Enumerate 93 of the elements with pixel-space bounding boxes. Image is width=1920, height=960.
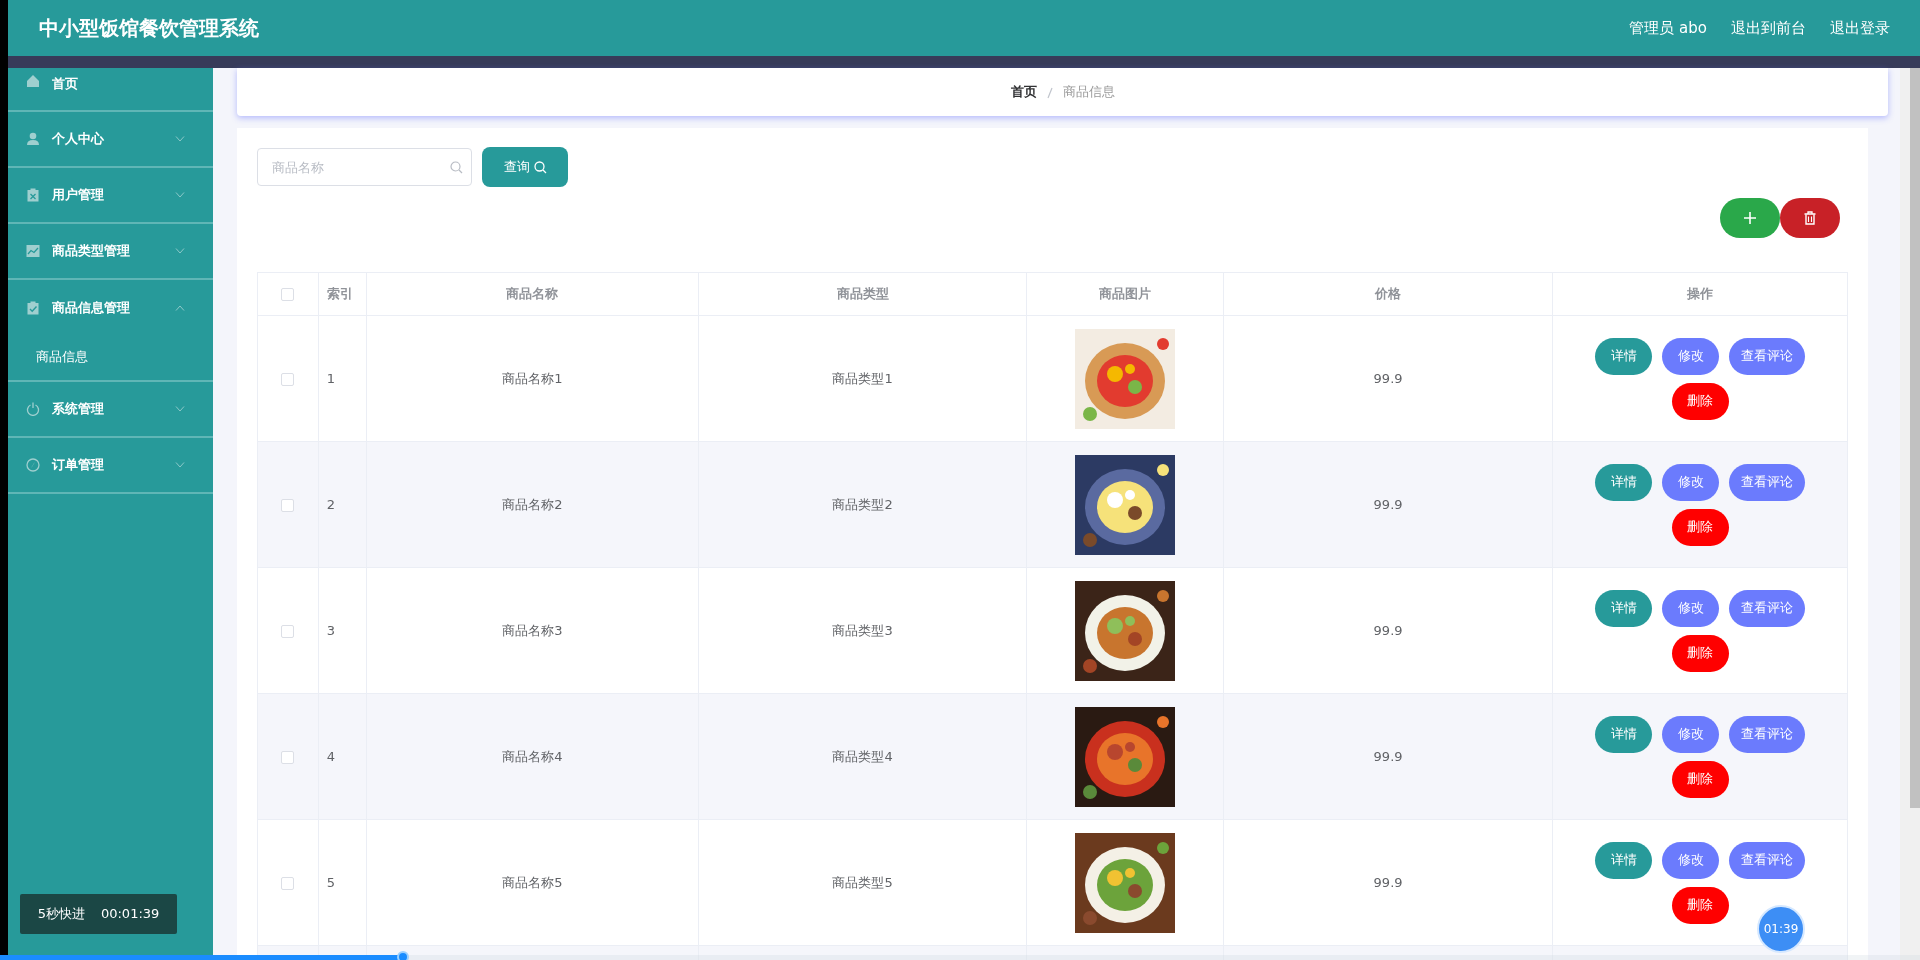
action-button[interactable]: 查看评论 — [1729, 715, 1805, 753]
search-icon — [450, 161, 463, 174]
sidebar-item[interactable]: 系统管理 — [8, 382, 213, 438]
header-link[interactable]: 退出到前台 — [1731, 16, 1806, 40]
action-button[interactable]: 详情 — [1595, 715, 1652, 753]
table-cell: 商品类型4 — [832, 748, 893, 764]
app-title: 中小型饭馆餐饮管理系统 — [39, 15, 259, 42]
search-field[interactable]: 商品名称 — [257, 148, 472, 186]
column-header: 价格 — [1375, 286, 1402, 302]
chart-icon — [26, 244, 40, 258]
skip-label[interactable]: 5秒快进 — [37, 904, 85, 924]
add-button[interactable] — [1720, 198, 1780, 238]
column-header: 商品图片 — [1099, 286, 1152, 302]
header-link[interactable]: 管理员 abo — [1629, 16, 1707, 40]
user-icon — [26, 132, 40, 146]
action-button[interactable]: 修改 — [1662, 463, 1719, 501]
action-button[interactable]: 修改 — [1662, 589, 1719, 627]
column-header: 商品名称 — [506, 286, 559, 302]
table-cell: 商品名称5 — [502, 874, 563, 890]
search-button[interactable]: 查询 — [482, 147, 568, 187]
action-button[interactable]: 删除 — [1671, 760, 1729, 798]
menu-label: 订单管理 — [52, 456, 104, 475]
delete-button[interactable] — [1780, 198, 1840, 238]
progress-handle[interactable] — [397, 951, 410, 960]
home-icon — [26, 74, 40, 88]
checkbox[interactable] — [281, 498, 295, 512]
power-icon — [26, 402, 40, 416]
table-cell: 3 — [326, 622, 335, 638]
table-cell: 99.9 — [1373, 748, 1403, 764]
table-cell: 商品类型3 — [832, 622, 893, 638]
sidebar-item[interactable]: 首页 — [8, 68, 213, 112]
table-cell: 2 — [326, 496, 335, 512]
compass-icon — [26, 458, 40, 472]
action-button[interactable]: 查看评论 — [1729, 337, 1805, 375]
action-button[interactable]: 查看评论 — [1729, 589, 1805, 627]
checkbox[interactable] — [281, 372, 295, 386]
table-cell: 商品类型2 — [832, 496, 893, 512]
menu-label: 系统管理 — [52, 400, 104, 419]
table-cell: 商品类型1 — [832, 370, 893, 386]
table-cell: 99.9 — [1373, 370, 1403, 386]
action-button[interactable]: 删除 — [1671, 886, 1729, 924]
checkbox[interactable] — [281, 288, 295, 302]
action-button[interactable]: 删除 — [1671, 634, 1729, 672]
table-cell: 4 — [326, 748, 335, 764]
separator-icon — [1046, 86, 1053, 99]
table-cell: 商品名称3 — [502, 622, 563, 638]
trash-icon — [1804, 211, 1816, 225]
plus-icon — [1743, 211, 1757, 225]
action-button[interactable]: 详情 — [1595, 337, 1652, 375]
menu-label: 个人中心 — [52, 130, 104, 149]
search-icon — [533, 160, 547, 174]
action-button[interactable]: 查看评论 — [1729, 463, 1805, 501]
checkbox[interactable] — [281, 876, 295, 890]
action-button[interactable]: 删除 — [1671, 382, 1729, 420]
action-button[interactable]: 详情 — [1595, 463, 1652, 501]
menu-label: 商品信息管理 — [52, 299, 130, 318]
action-button[interactable]: 修改 — [1662, 841, 1719, 879]
time-label: 00:01:39 — [100, 905, 160, 924]
menu-label: 首页 — [52, 75, 78, 93]
clipboard-check-icon — [26, 301, 40, 315]
column-header: 商品类型 — [836, 286, 889, 302]
table-cell: 1 — [326, 370, 335, 386]
table-cell: 99.9 — [1373, 496, 1403, 512]
sidebar-item[interactable]: 个人中心 — [8, 112, 213, 168]
column-header: 操作 — [1687, 286, 1713, 302]
table-cell: 99.9 — [1373, 874, 1403, 890]
breadcrumb-item[interactable]: 首页 — [1010, 82, 1037, 102]
action-button[interactable]: 修改 — [1662, 337, 1719, 375]
table-cell: 商品类型5 — [832, 874, 893, 890]
action-button[interactable]: 修改 — [1662, 715, 1719, 753]
clipboard-icon — [26, 188, 40, 202]
sidebar-item[interactable]: 商品类型管理 — [8, 224, 213, 280]
action-button[interactable]: 详情 — [1595, 589, 1652, 627]
table-cell: 商品名称2 — [502, 496, 563, 512]
sidebar-item[interactable]: 订单管理 — [8, 438, 213, 494]
table-cell: 商品名称4 — [502, 748, 563, 764]
sidebar-item[interactable]: 商品信息管理 — [8, 280, 213, 336]
scrollbar[interactable] — [1910, 68, 1920, 808]
submenu-item[interactable]: 商品信息 — [8, 334, 213, 380]
checkbox[interactable] — [281, 750, 295, 764]
table-cell: 商品名称1 — [502, 370, 563, 386]
action-button[interactable]: 详情 — [1595, 841, 1652, 879]
menu-label: 商品类型管理 — [52, 242, 130, 261]
action-button[interactable]: 查看评论 — [1729, 841, 1805, 879]
checkbox[interactable] — [281, 624, 295, 638]
menu-label: 用户管理 — [52, 186, 104, 205]
table-cell: 5 — [326, 874, 335, 890]
action-button[interactable]: 删除 — [1671, 508, 1729, 546]
breadcrumb-item: 商品信息 — [1062, 83, 1115, 102]
sidebar-item[interactable]: 用户管理 — [8, 168, 213, 224]
table-cell: 99.9 — [1373, 622, 1403, 638]
column-header: 索引 — [326, 286, 353, 302]
header-link[interactable]: 退出登录 — [1830, 16, 1890, 40]
